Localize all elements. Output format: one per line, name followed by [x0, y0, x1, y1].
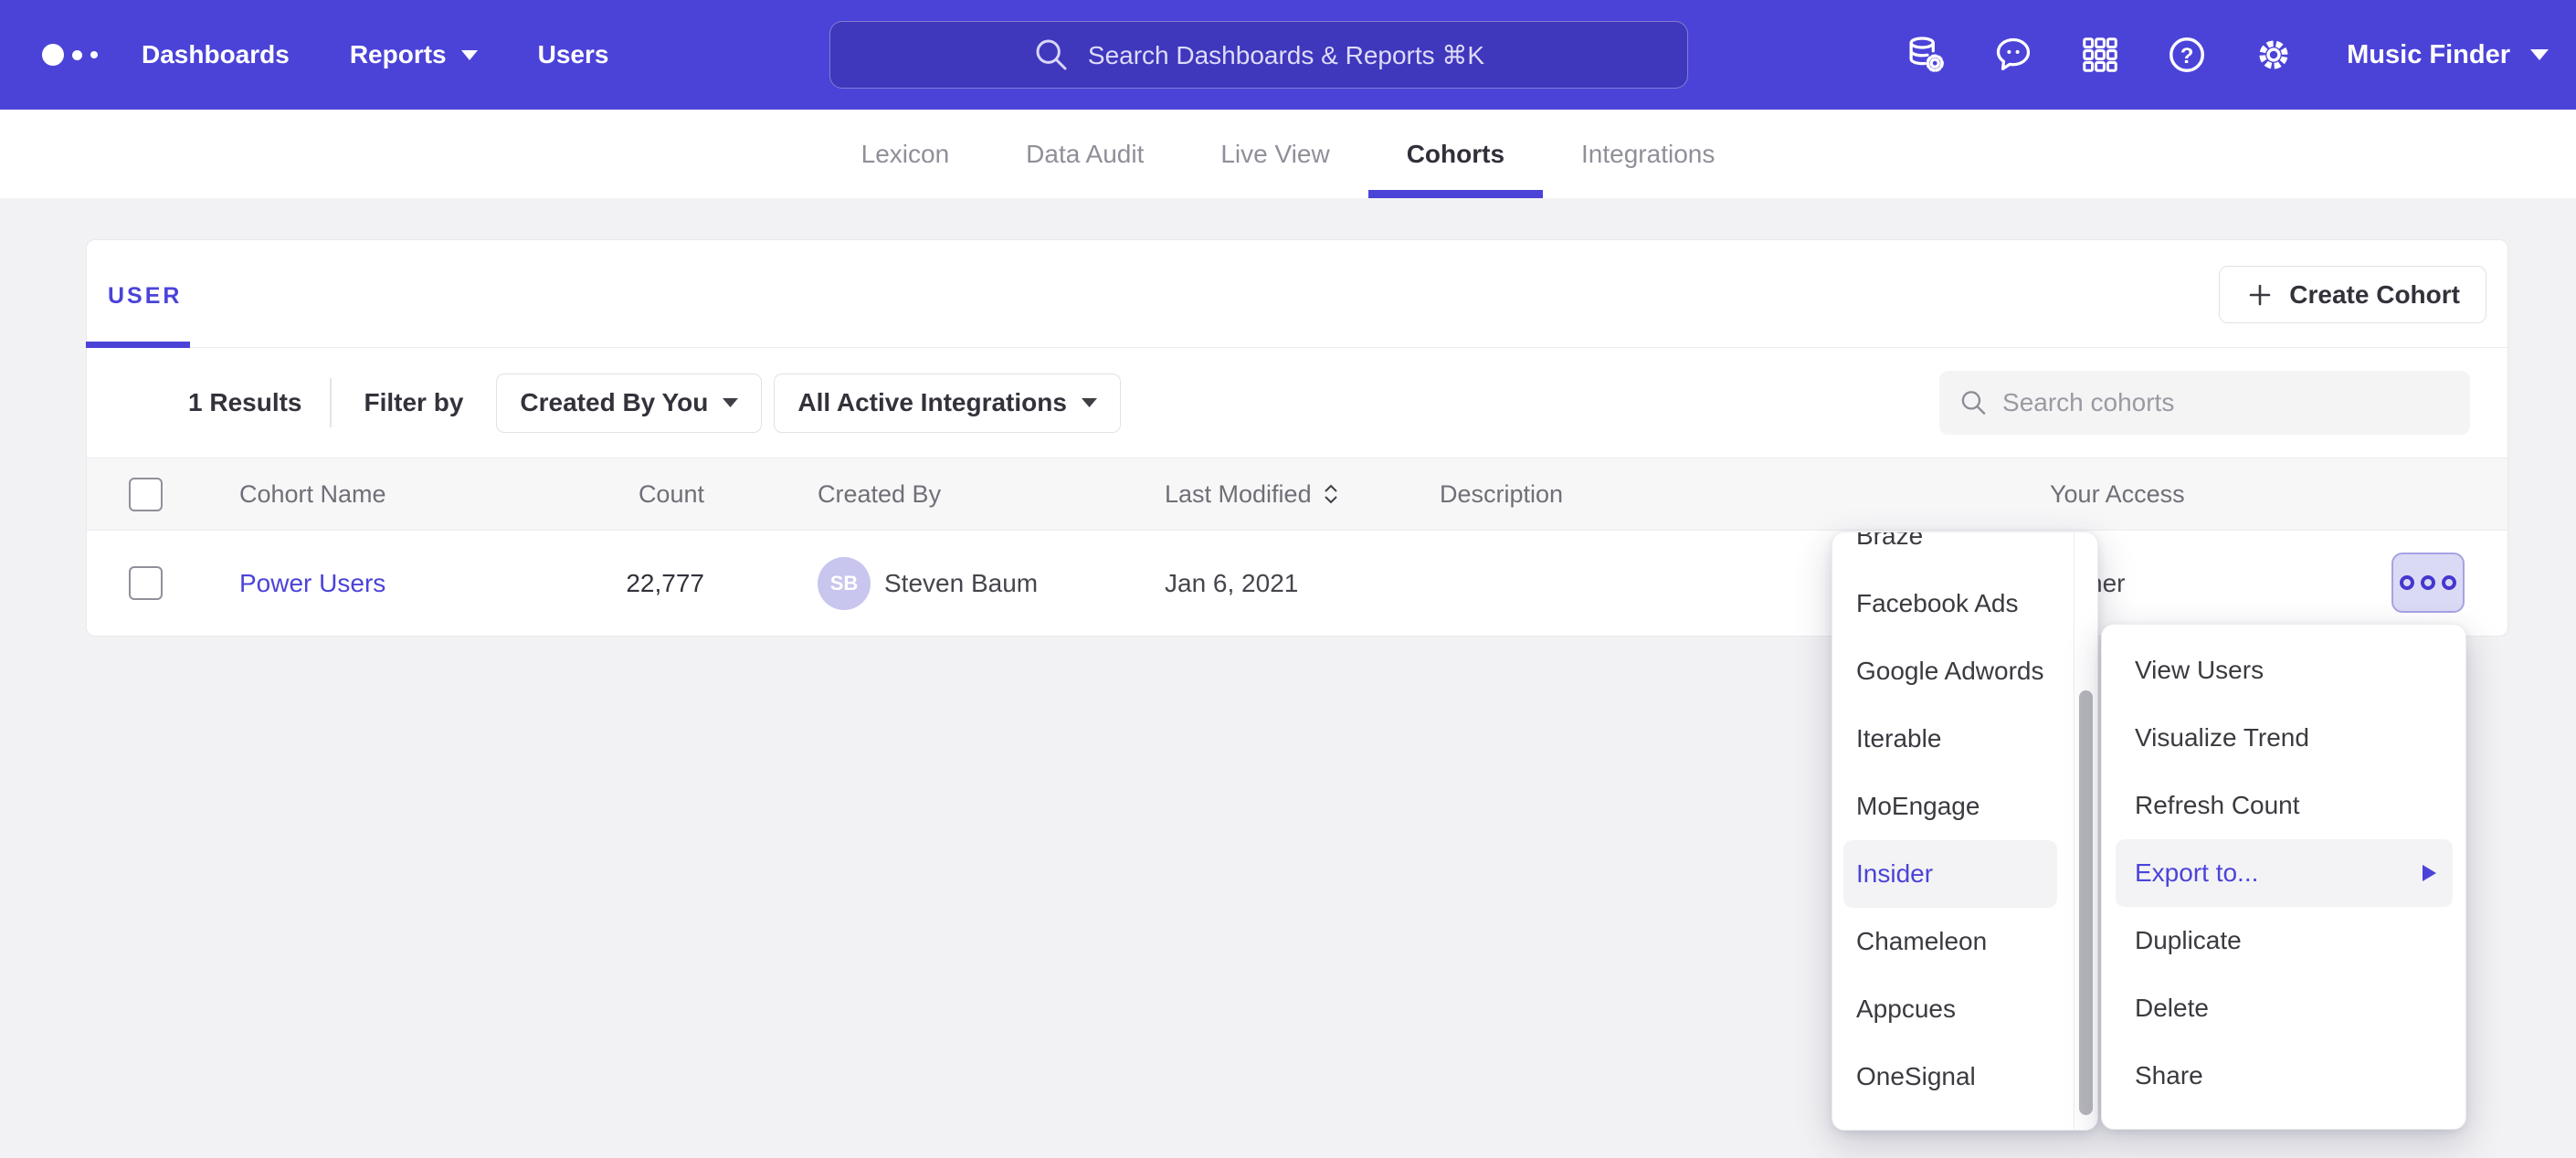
col-header-your-access: Your Access: [2050, 480, 2507, 509]
tab-live-view[interactable]: Live View: [1182, 110, 1367, 198]
created-by-name: Steven Baum: [884, 569, 1038, 598]
export-menu-list: Braze Facebook Ads Google Adwords Iterab…: [1832, 532, 2074, 1111]
menu-item-view-users[interactable]: View Users: [2102, 637, 2465, 704]
project-switcher[interactable]: Music Finder: [2347, 40, 2549, 70]
menu-item-moengage[interactable]: MoEngage: [1832, 773, 2074, 840]
svg-text:?: ?: [2180, 44, 2194, 68]
last-modified-value: Jan 6, 2021: [1165, 569, 1440, 598]
project-name: Music Finder: [2347, 40, 2510, 70]
integrations-filter-dropdown[interactable]: All Active Integrations: [774, 374, 1121, 433]
primary-nav: Dashboards Reports Users: [142, 0, 608, 110]
scrollbar-thumb[interactable]: [2079, 690, 2093, 1115]
filter-toolbar: 1 Results Filter by Created By You All A…: [87, 348, 2507, 458]
last-modified-sort[interactable]: Last Modified: [1165, 480, 1341, 509]
create-cohort-button[interactable]: Create Cohort: [2219, 266, 2486, 323]
data-definitions-icon[interactable]: [1906, 34, 1948, 76]
cohort-actions-menu: View Users Visualize Trend Refresh Count…: [2101, 624, 2466, 1130]
search-icon: [1033, 37, 1070, 73]
menu-item-refresh-count[interactable]: Refresh Count: [2102, 772, 2465, 839]
mixpanel-logo-icon[interactable]: [42, 0, 98, 110]
cohort-count: 22,777: [626, 569, 704, 597]
top-nav: Dashboards Reports Users Search Dashboar…: [0, 0, 2576, 110]
chevron-down-icon: [723, 398, 738, 407]
cohort-type-header: USER Create Cohort: [87, 240, 2507, 348]
menu-item-chameleon[interactable]: Chameleon: [1832, 908, 2074, 975]
global-search-placeholder: Search Dashboards & Reports ⌘K: [1088, 40, 1484, 70]
ellipsis-icon: [2400, 575, 2414, 590]
export-destination-menu: Braze Facebook Ads Google Adwords Iterab…: [1832, 532, 2098, 1131]
menu-item-duplicate[interactable]: Duplicate: [2102, 907, 2465, 974]
chevron-down-icon: [2530, 49, 2549, 60]
cohort-name-link[interactable]: Power Users: [239, 569, 385, 597]
cohort-search-input[interactable]: [2002, 388, 2450, 417]
created-by-filter-dropdown[interactable]: Created By You: [496, 374, 762, 433]
menu-item-braze[interactable]: Braze: [1832, 532, 2074, 570]
menu-item-visualize-trend[interactable]: Visualize Trend: [2102, 704, 2465, 772]
select-all-checkbox[interactable]: [129, 478, 163, 511]
table-row: Power Users 22,777 SB Steven Baum Jan 6,…: [87, 531, 2507, 636]
search-icon: [1959, 387, 1988, 418]
settings-icon[interactable]: [2253, 34, 2295, 76]
nav-reports[interactable]: Reports: [350, 40, 478, 69]
section-tabs: Lexicon Data Audit Live View Cohorts Int…: [0, 110, 2576, 198]
menu-item-appcues[interactable]: Appcues: [1832, 975, 2074, 1043]
col-header-created-by: Created By: [704, 480, 1165, 509]
active-tab-underline: [86, 342, 190, 348]
menu-item-iterable[interactable]: Iterable: [1832, 705, 2074, 773]
menu-item-export-to[interactable]: Export to...: [2116, 839, 2453, 907]
tab-lexicon[interactable]: Lexicon: [823, 110, 988, 198]
chevron-down-icon: [1082, 398, 1097, 407]
plus-icon: [2245, 280, 2275, 310]
col-header-last-modified: Last Modified: [1165, 480, 1440, 509]
filter-by-label: Filter by: [364, 388, 464, 417]
menu-item-delete[interactable]: Delete: [2102, 974, 2465, 1042]
export-menu-viewport: Braze Facebook Ads Google Adwords Iterab…: [1832, 532, 2097, 1130]
feedback-icon[interactable]: [1992, 34, 2034, 76]
submenu-arrow-icon: [2423, 865, 2436, 881]
col-header-cohort-name: Cohort Name: [239, 480, 549, 509]
help-icon[interactable]: ?: [2166, 34, 2208, 76]
results-count: 1 Results: [188, 388, 302, 417]
row-more-options-button[interactable]: [2391, 553, 2465, 613]
menu-item-insider[interactable]: Insider: [1843, 840, 2057, 908]
apps-grid-icon[interactable]: [2079, 34, 2121, 76]
table-header: Cohort Name Count Created By Last Modifi…: [87, 458, 2507, 531]
avatar: SB: [818, 557, 871, 610]
row-checkbox[interactable]: [129, 566, 163, 600]
menu-item-google-adwords[interactable]: Google Adwords: [1832, 637, 2074, 705]
divider: [330, 378, 332, 427]
col-header-count: Count: [549, 480, 704, 509]
menu-item-facebook-ads[interactable]: Facebook Ads: [1832, 570, 2074, 637]
scrollbar-track: [2074, 532, 2097, 1130]
global-search-bar[interactable]: Search Dashboards & Reports ⌘K: [829, 21, 1688, 89]
screen: Dashboards Reports Users Search Dashboar…: [0, 0, 2576, 1158]
sort-icon: [1321, 482, 1341, 506]
menu-item-share[interactable]: Share: [2102, 1042, 2465, 1110]
cohort-search-box: [1939, 371, 2470, 435]
tab-data-audit[interactable]: Data Audit: [987, 110, 1182, 198]
tab-cohorts[interactable]: Cohorts: [1368, 110, 1543, 198]
cohorts-card: USER Create Cohort 1 Results Filter by C…: [86, 239, 2508, 637]
nav-dashboards[interactable]: Dashboards: [142, 40, 290, 69]
chevron-down-icon: [461, 50, 478, 60]
nav-right-cluster: ? Music Finder: [1906, 0, 2549, 110]
nav-users[interactable]: Users: [538, 40, 609, 69]
menu-item-onesignal[interactable]: OneSignal: [1832, 1043, 2074, 1111]
col-header-description: Description: [1440, 480, 2050, 509]
tab-integrations[interactable]: Integrations: [1543, 110, 1753, 198]
tab-user-cohorts[interactable]: USER: [108, 283, 182, 310]
